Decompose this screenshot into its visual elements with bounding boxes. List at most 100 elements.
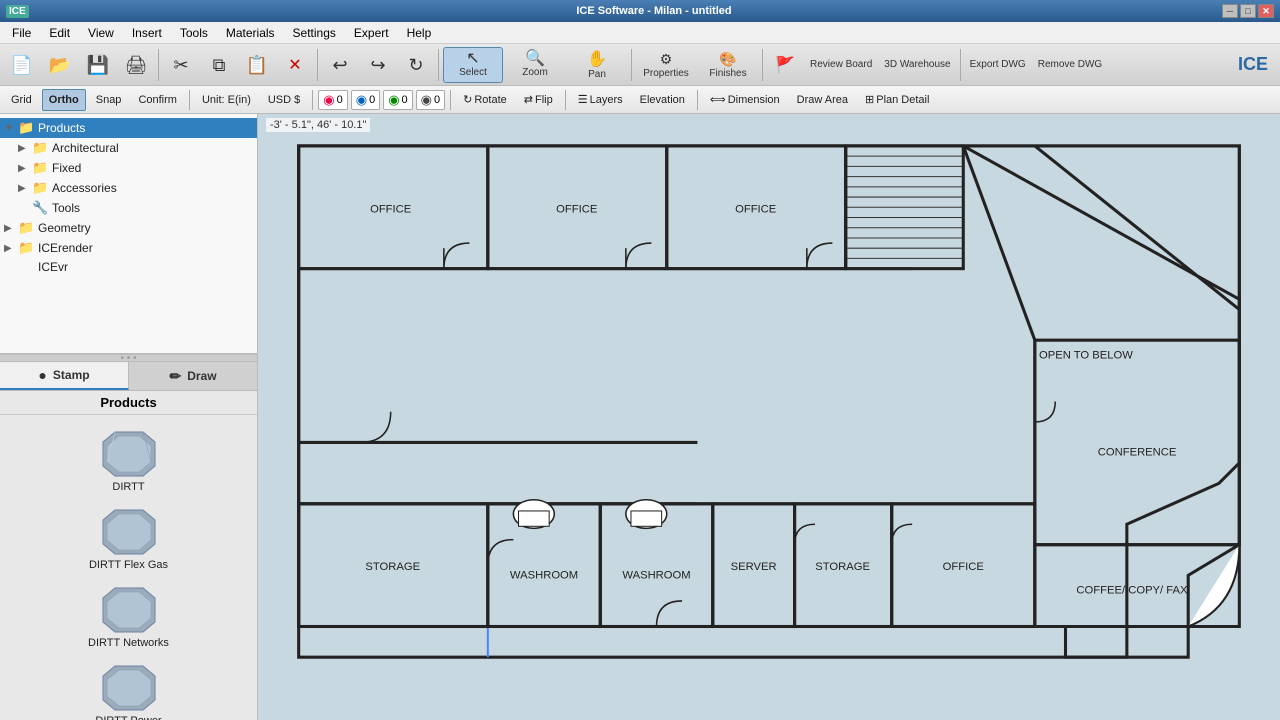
elevation-button[interactable]: Elevation bbox=[633, 89, 692, 111]
tree-item-architectural[interactable]: ▶ 📁 Architectural bbox=[0, 138, 257, 158]
paste-button[interactable]: 📋 bbox=[239, 47, 275, 83]
dimension-button[interactable]: ⟺ Dimension bbox=[703, 89, 787, 111]
menu-item-view[interactable]: View bbox=[80, 24, 122, 42]
ortho-button[interactable]: Ortho bbox=[42, 89, 86, 111]
brand-logo: ICE bbox=[1230, 54, 1276, 75]
counter-red: ◉ 0 bbox=[318, 90, 347, 110]
svg-text:OFFICE: OFFICE bbox=[943, 561, 985, 573]
minimize-button[interactable]: ─ bbox=[1222, 4, 1238, 18]
menu-item-edit[interactable]: Edit bbox=[41, 24, 78, 42]
tree-item-accessories[interactable]: ▶ 📁 Accessories bbox=[0, 178, 257, 198]
refresh-button[interactable]: ↻ bbox=[398, 47, 434, 83]
stamp-tab[interactable]: ● Stamp bbox=[0, 362, 129, 390]
expander-accessories: ▶ bbox=[18, 183, 32, 194]
folder-icon-icerender: 📁 bbox=[18, 240, 34, 256]
product-dirtt-power[interactable]: DIRTT Power bbox=[4, 657, 253, 720]
svg-text:CONFERENCE: CONFERENCE bbox=[1098, 447, 1177, 459]
draw-icon: ✏ bbox=[169, 368, 181, 385]
menu-item-tools[interactable]: Tools bbox=[172, 24, 216, 42]
draw-tab[interactable]: ✏ Draw bbox=[129, 362, 257, 390]
counter-green-icon: ◉ bbox=[388, 92, 399, 108]
products-header: Products bbox=[0, 391, 257, 415]
3d-warehouse-button[interactable]: 3D Warehouse bbox=[879, 47, 955, 83]
properties-button[interactable]: ⚙ Properties bbox=[636, 47, 696, 83]
remove-dwg-button[interactable]: Remove DWG bbox=[1033, 47, 1107, 83]
review-board-button[interactable]: Stamp Review Board bbox=[805, 47, 877, 83]
menu-item-materials[interactable]: Materials bbox=[218, 24, 283, 42]
sidebar: ▼ 📁 Products ▶ 📁 Architectural ▶ 📁 Fixed bbox=[0, 114, 258, 720]
tree-item-icerender[interactable]: ▶ 📁 ICErender bbox=[0, 238, 257, 258]
products-panel: Products DIRTT bbox=[0, 391, 257, 720]
products-grid: DIRTT DIRTT Flex Gas bbox=[0, 415, 257, 720]
tree-item-fixed[interactable]: ▶ 📁 Fixed bbox=[0, 158, 257, 178]
floor-plan-svg: .wall { stroke: #222; stroke-width: 3; f… bbox=[268, 134, 1270, 710]
flip-button[interactable]: ⇄ Flip bbox=[517, 89, 560, 111]
rotate-button[interactable]: ↻ Rotate bbox=[456, 89, 514, 111]
expander-geometry: ▶ bbox=[4, 223, 18, 234]
tree-label-icevr: ICEvr bbox=[38, 260, 68, 274]
titlebar-title: ICE Software - Milan - untitled bbox=[86, 5, 1222, 17]
tb2-sep-3 bbox=[450, 90, 451, 110]
finishes-button[interactable]: 🎨 Finishes bbox=[698, 47, 758, 83]
zoom-button[interactable]: 🔍 Zoom bbox=[505, 47, 565, 83]
product-power-icon bbox=[99, 663, 159, 713]
tb2-sep-4 bbox=[565, 90, 566, 110]
product-dirtt[interactable]: DIRTT bbox=[4, 423, 253, 499]
redo-button[interactable]: ↪ bbox=[360, 47, 396, 83]
confirm-button[interactable]: Confirm bbox=[131, 89, 184, 111]
close-button[interactable]: ✕ bbox=[1258, 4, 1274, 18]
counter-red-value: 0 bbox=[337, 94, 343, 106]
currency-button[interactable]: USD $ bbox=[261, 89, 307, 111]
maximize-button[interactable]: □ bbox=[1240, 4, 1256, 18]
product-dirtt-label: DIRTT bbox=[112, 481, 144, 493]
draw-tab-label: Draw bbox=[187, 369, 216, 383]
menu-item-file[interactable]: File bbox=[4, 24, 39, 42]
new-button[interactable]: 📄 bbox=[4, 47, 40, 83]
print-button[interactable]: 🖨 bbox=[118, 47, 154, 83]
save-button[interactable]: 💾 bbox=[80, 47, 116, 83]
panel-divider[interactable]: • • • bbox=[0, 354, 257, 362]
counter-blue-value: 0 bbox=[369, 94, 375, 106]
menu-item-insert[interactable]: Insert bbox=[124, 24, 170, 42]
cut-button[interactable]: ✂ bbox=[163, 47, 199, 83]
unit-button[interactable]: Unit: E(in) bbox=[195, 89, 258, 111]
folder-icon-geometry: 📁 bbox=[18, 220, 34, 236]
tree-label-architectural: Architectural bbox=[52, 141, 119, 155]
menu-item-help[interactable]: Help bbox=[399, 24, 440, 42]
counter-dark-icon: ◉ bbox=[421, 92, 432, 108]
tree-item-icevr[interactable]: ICEvr bbox=[0, 258, 257, 276]
draw-area-button[interactable]: Draw Area bbox=[790, 89, 855, 111]
counter-green: ◉ 0 bbox=[383, 90, 412, 110]
product-networks-label: DIRTT Networks bbox=[88, 637, 169, 649]
snap-button[interactable]: Snap bbox=[89, 89, 129, 111]
plan-detail-button[interactable]: ⊞ Plan Detail bbox=[858, 89, 936, 111]
folder-icon-products: 📁 bbox=[18, 120, 34, 136]
tb2-sep-5 bbox=[697, 90, 698, 110]
counter-blue-icon: ◉ bbox=[356, 92, 367, 108]
main-area: ▼ 📁 Products ▶ 📁 Architectural ▶ 📁 Fixed bbox=[0, 114, 1280, 720]
titlebar-controls: ─ □ ✕ bbox=[1222, 4, 1274, 18]
pan-button[interactable]: ✋ Pan bbox=[567, 47, 627, 83]
layers-button[interactable]: ☰ Layers bbox=[571, 89, 630, 111]
grid-button[interactable]: Grid bbox=[4, 89, 39, 111]
export-dwg-button[interactable]: Export DWG bbox=[965, 47, 1031, 83]
tree-item-tools[interactable]: 🔧 Tools bbox=[0, 198, 257, 218]
svg-text:OFFICE: OFFICE bbox=[735, 203, 777, 215]
tree-label-icerender: ICErender bbox=[38, 241, 93, 255]
select-button[interactable]: ↖ Select bbox=[443, 47, 503, 83]
menu-item-settings[interactable]: Settings bbox=[285, 24, 344, 42]
svg-text:STORAGE: STORAGE bbox=[365, 561, 420, 573]
review-board-flag-icon: 🚩 bbox=[767, 47, 803, 83]
undo-button[interactable]: ↩ bbox=[322, 47, 358, 83]
open-button[interactable]: 📂 bbox=[42, 47, 78, 83]
product-dirtt-networks[interactable]: DIRTT Networks bbox=[4, 579, 253, 655]
menu-item-expert[interactable]: Expert bbox=[346, 24, 397, 42]
menubar: FileEditViewInsertToolsMaterialsSettings… bbox=[0, 22, 1280, 44]
delete-button[interactable]: ✕ bbox=[277, 47, 313, 83]
tree-item-geometry[interactable]: ▶ 📁 Geometry bbox=[0, 218, 257, 238]
tree-item-products[interactable]: ▼ 📁 Products bbox=[0, 118, 257, 138]
canvas-area[interactable]: -3' - 5.1", 46' - 10.1" .wall { stroke: … bbox=[258, 114, 1280, 720]
copy-button[interactable]: ⧉ bbox=[201, 47, 237, 83]
product-dirtt-flex-gas[interactable]: DIRTT Flex Gas bbox=[4, 501, 253, 577]
item-icon-tools: 🔧 bbox=[32, 200, 48, 216]
